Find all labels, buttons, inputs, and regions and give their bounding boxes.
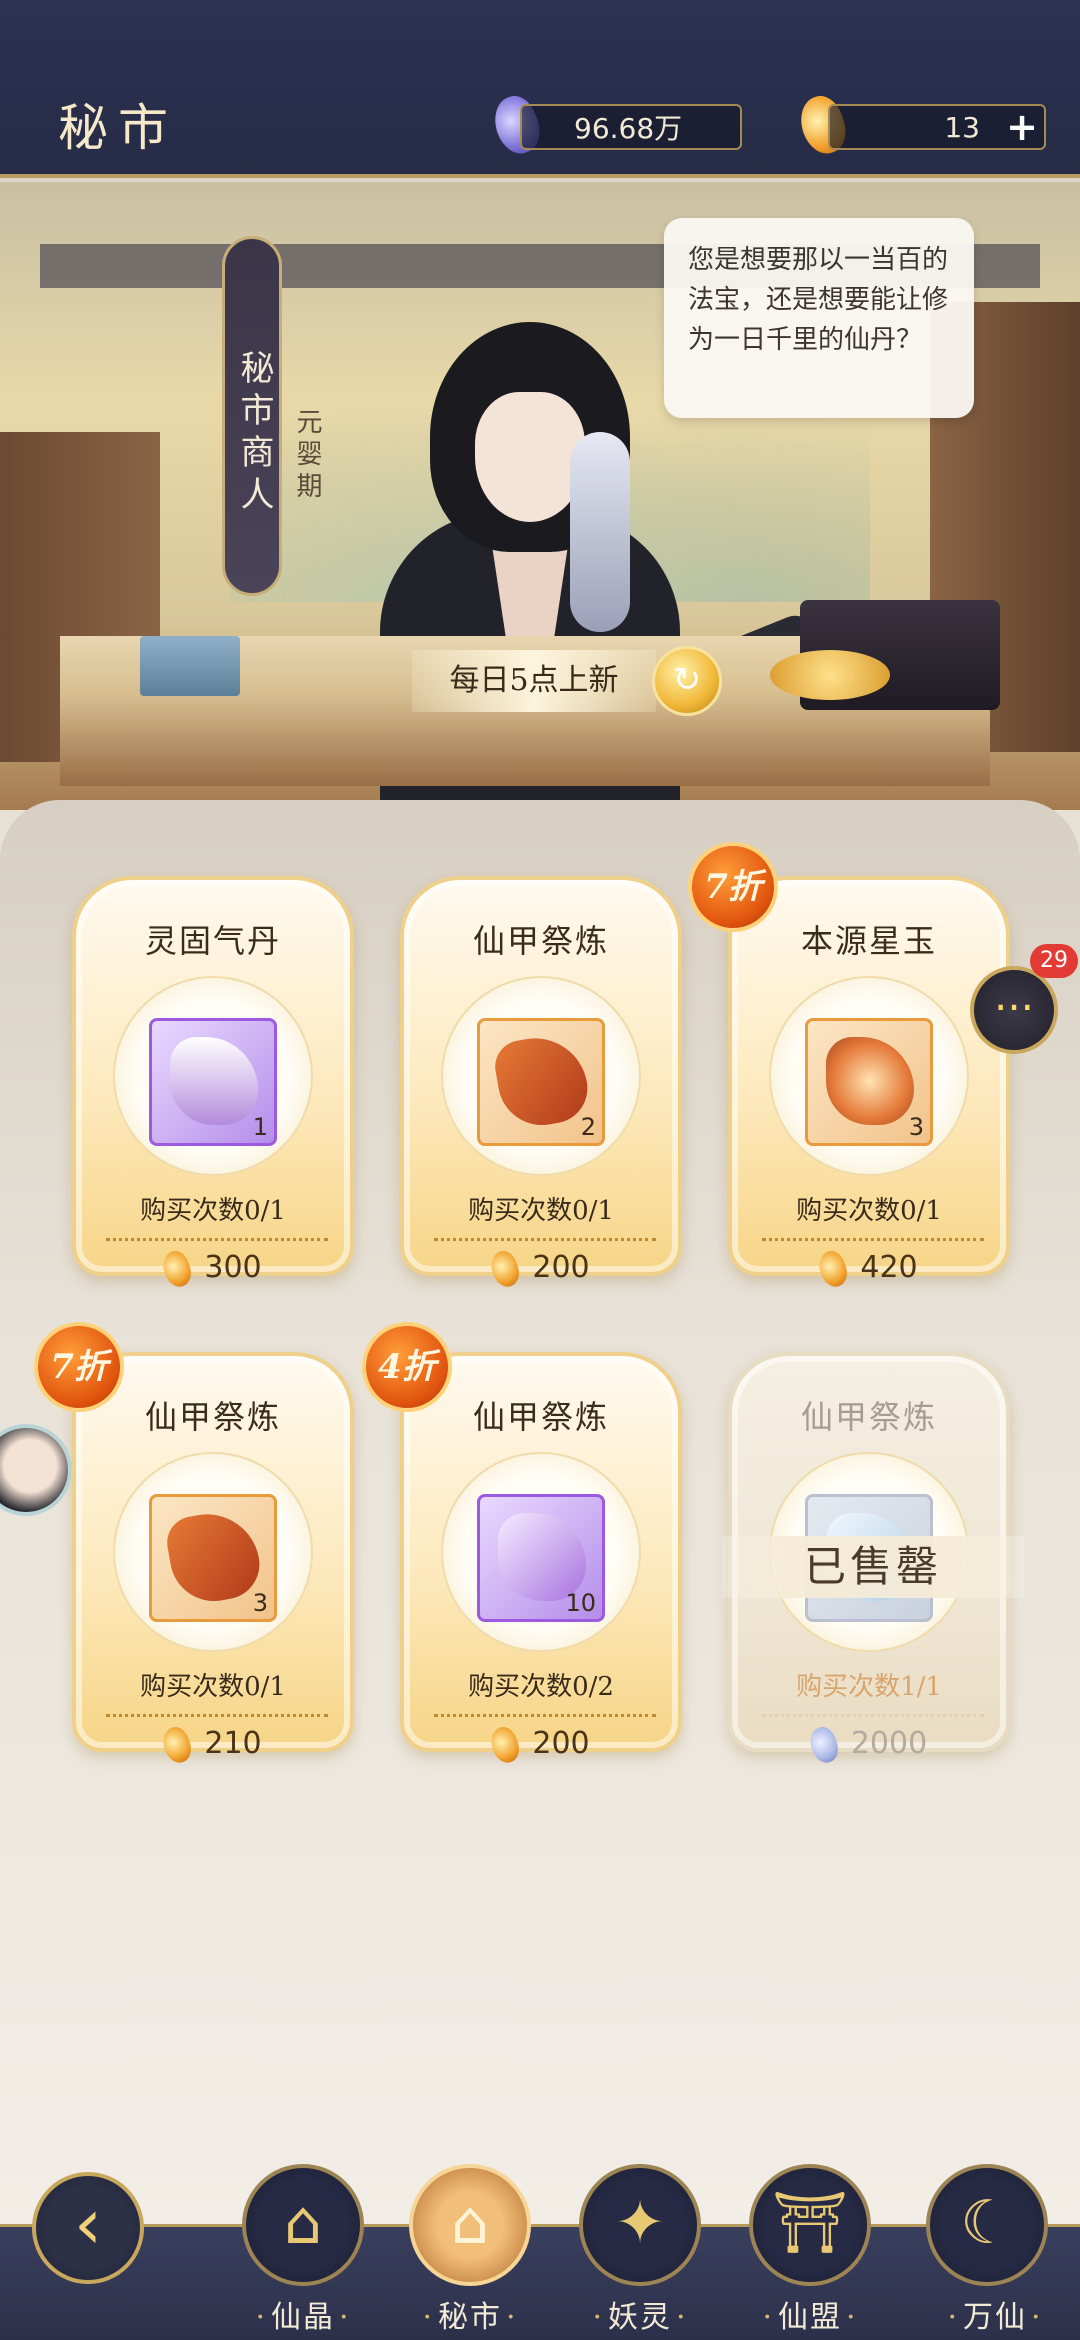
refresh-notice: 每日5点上新 [412,650,656,712]
nav-item-xianmeng[interactable]: ⛩ 仙盟 [745,2164,875,2336]
nav-item-wanxian[interactable]: ☾ 万仙 [920,2164,1070,2336]
chat-unread-badge: 29 [1030,944,1078,978]
spirit-jade-icon [805,1723,843,1766]
item-quantity: 2 [580,1113,596,1141]
nav-label: 仙盟 [745,2292,875,2336]
item-slot[interactable]: 3 [149,1494,277,1622]
item-name: 灵固气丹 [144,922,281,960]
pavilion-icon: ⌂ [242,2164,364,2286]
immortal-icon: ☾ [926,2164,1048,2286]
item-name: 仙甲祭炼 [472,922,609,960]
divider [434,1238,656,1241]
nav-item-yaoling[interactable]: ✦ 妖灵 [575,2164,705,2336]
item-name: 仙甲祭炼 [800,1398,937,1436]
purchase-limit: 购买次数0/2 [468,1672,614,1702]
back-arrow-icon[interactable]: ‹ [32,2172,144,2284]
item-price[interactable]: 210 [76,1723,350,1766]
divider [106,1238,328,1241]
discount-badge: 4折 [362,1322,452,1412]
nav-label: 万仙 [920,2292,1070,2336]
npc-rank: 元婴期 [292,408,322,504]
item-quantity: 3 [252,1589,268,1617]
npc-name-plaque: 秘市商人 [222,236,282,596]
red-scroll-icon [491,1030,593,1132]
item-name: 本源星玉 [800,922,937,960]
beast-icon: ✦ [579,2164,701,2286]
spirit-flame-icon [158,1247,196,1290]
item-name: 仙甲祭炼 [472,1398,609,1436]
divider [106,1714,328,1717]
add-currency-button[interactable]: + [1004,108,1040,146]
nav-label: 仙晶 [238,2292,368,2336]
price-value: 420 [860,1250,918,1285]
price-value: 200 [532,1250,590,1285]
shop-item-card[interactable]: 仙甲祭炼 10 购买次数0/2 200 [400,1352,682,1766]
divider [762,1714,984,1717]
price-value: 2000 [850,1726,928,1761]
merchant-face [475,392,585,522]
item-name: 仙甲祭炼 [144,1398,281,1436]
divider [434,1714,656,1717]
item-quantity: 1 [252,1113,268,1141]
item-price[interactable]: 200 [404,1723,678,1766]
item-slot[interactable]: 3 [805,1018,933,1146]
spirit-flame-icon [486,1247,524,1290]
nav-label: 秘市 [405,2292,535,2336]
shop-item-card[interactable]: 仙甲祭炼 2 购买次数0/1 200 [400,876,682,1290]
nav-item-xianjing[interactable]: ⌂ 仙晶 [238,2164,368,2336]
nav-background [0,2224,1080,2340]
chat-bubble-icon[interactable]: ··· [970,966,1058,1054]
jade-currency-display: 96.68万 [520,104,742,150]
books-decoration [140,636,240,696]
spirit-flame-icon [486,1723,524,1766]
red-scroll-icon [163,1506,265,1608]
treasure-chest [770,600,1000,710]
item-slot[interactable]: 1 [149,1018,277,1146]
refresh-coin-icon[interactable]: ↻ [652,646,722,716]
item-price: 2000 [732,1723,1006,1766]
shop-item-card[interactable]: 仙甲祭炼 3 购买次数0/1 210 [72,1352,354,1766]
purchase-limit: 购买次数1/1 [796,1672,942,1702]
item-quantity: 3 [908,1113,924,1141]
item-price[interactable]: 300 [76,1247,350,1290]
purple-scroll-icon [498,1513,586,1601]
page-title: 秘市 [58,99,178,157]
nav-item-mishi[interactable]: ⌂ 秘市 [405,2164,535,2336]
shop-item-card-sold-out: 仙甲祭炼 已售罄 购买次数1/1 2000 [722,1352,1024,1766]
purchase-limit: 购买次数0/1 [140,1672,286,1702]
purchase-limit: 购买次数0/1 [796,1196,942,1226]
discount-badge: 7折 [34,1322,124,1412]
item-slot[interactable]: 10 [477,1494,605,1622]
item-price[interactable]: 200 [404,1247,678,1290]
price-value: 300 [204,1250,262,1285]
price-value: 210 [204,1726,262,1761]
divider [762,1238,984,1241]
top-bar: 秘市 [0,0,1080,178]
item-price[interactable]: 420 [732,1247,1006,1290]
spirit-flame-icon [814,1247,852,1290]
item-slot[interactable]: 2 [477,1018,605,1146]
merchant-hair [570,432,630,632]
sold-out-banner: 已售罄 [722,1536,1024,1598]
bottom-nav [0,2180,1080,2340]
nav-label: 妖灵 [575,2292,705,2336]
gold-ingot-icon [770,650,890,700]
pill-vial-icon [170,1037,258,1125]
star-jade-icon [826,1037,914,1125]
discount-badge: 7折 [688,842,778,932]
purchase-limit: 购买次数0/1 [140,1196,286,1226]
market-icon: ⌂ [409,2164,531,2286]
npc-speech-bubble: 您是想要那以一当百的法宝，还是想要能让修为一日千里的仙丹？ [664,218,974,418]
spirit-flame-icon [158,1723,196,1766]
item-quantity: 10 [565,1589,596,1617]
purchase-limit: 购买次数0/1 [468,1196,614,1226]
shop-item-card[interactable]: 灵固气丹 1 购买次数0/1 300 [72,876,354,1290]
shop-item-card[interactable]: 本源星玉 3 购买次数0/1 420 [728,876,1010,1290]
price-value: 200 [532,1726,590,1761]
gate-icon: ⛩ [749,2164,871,2286]
